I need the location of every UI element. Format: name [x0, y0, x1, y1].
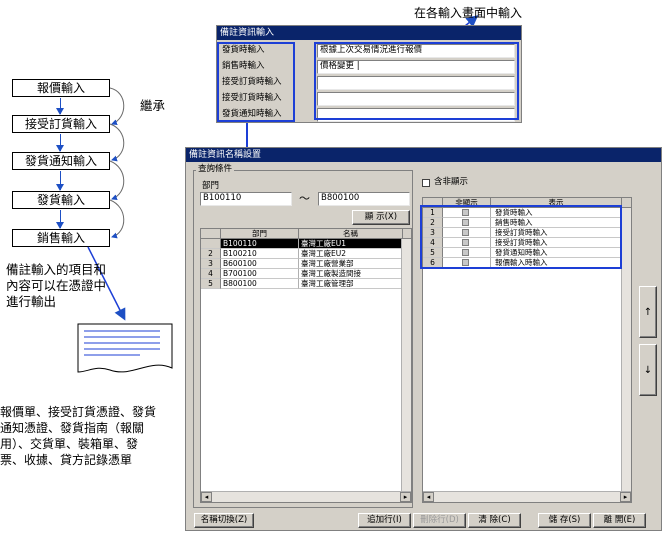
move-down-button[interactable]: ↓ [639, 344, 657, 396]
scroll-right-icon[interactable]: ▸ [400, 492, 411, 502]
rename-toggle-button[interactable]: 名稱切換(Z) [194, 513, 254, 528]
inherit-label: 繼承 [140, 98, 166, 113]
scroll-left-icon[interactable]: ◂ [201, 492, 212, 502]
vertical-scrollbar[interactable] [401, 239, 411, 491]
show-button[interactable]: 顯 示(X) [352, 210, 410, 225]
remark-note: 備註輸入的項目和 內容可以在憑證中 進行輸出 [6, 262, 107, 309]
include-hidden-checkbox[interactable] [422, 179, 430, 187]
clear-button[interactable]: 清 除(C) [468, 513, 521, 528]
dept-table: 部門 名稱 B100110 臺灣工廠EU1 2 B100210 臺灣工廠EU2 … [200, 228, 412, 503]
table-row[interactable]: 3 B600100 臺灣工廠營業部 [201, 259, 411, 269]
name-column-header[interactable]: 名稱 [299, 229, 403, 239]
dept-to-input[interactable]: B800100 [318, 192, 410, 206]
table-row[interactable]: 5 B800100 臺灣工廠管理部 [201, 279, 411, 289]
top-note: 在各輸入畫面中輸入 [414, 6, 523, 20]
inherit-curve [109, 160, 125, 201]
inherit-curve [109, 87, 125, 126]
include-hidden-label: 含非顯示 [434, 177, 469, 187]
close-button[interactable]: 離 開(E) [593, 513, 646, 528]
inherit-curve [109, 199, 125, 239]
labels-highlight [217, 42, 295, 122]
move-up-button[interactable]: ↑ [639, 286, 657, 338]
settings-window-title: 備註資訊名稱設置 [186, 148, 661, 162]
remark-window-title: 備註資訊輸入 [217, 26, 521, 40]
vertical-scrollbar[interactable] [621, 208, 631, 491]
horizontal-scrollbar[interactable]: ◂ ▸ [423, 491, 631, 502]
dept-from-input[interactable]: B100110 [200, 192, 292, 206]
table-row[interactable]: B100110 臺灣工廠EU1 [201, 239, 411, 249]
dept-column-header[interactable]: 部門 [221, 229, 299, 239]
range-separator: ～ [299, 192, 310, 205]
save-button[interactable]: 儲 存(S) [538, 513, 591, 528]
add-row-button[interactable]: 追加行(I) [358, 513, 411, 528]
horizontal-scrollbar[interactable]: ◂ ▸ [201, 491, 411, 502]
delete-row-button[interactable]: 刪除行(D) [413, 513, 466, 528]
query-group-label: 查詢條件 [196, 164, 235, 175]
scroll-left-icon[interactable]: ◂ [423, 492, 434, 502]
display-rows-highlight [420, 205, 622, 269]
dept-label: 部門 [202, 181, 220, 191]
scroll-right-icon[interactable]: ▸ [620, 492, 631, 502]
documents-note: 報價單、接受訂貨憑證、發貨 通知憑證、發貨指南（報關 用）、交貨單、裝箱單、發 … [0, 405, 157, 467]
inherit-curve [109, 123, 125, 162]
fields-highlight [314, 42, 519, 120]
table-row[interactable]: 4 B700100 臺灣工廠製造間接 [201, 269, 411, 279]
table-row[interactable]: 2 B100210 臺灣工廠EU2 [201, 249, 411, 259]
